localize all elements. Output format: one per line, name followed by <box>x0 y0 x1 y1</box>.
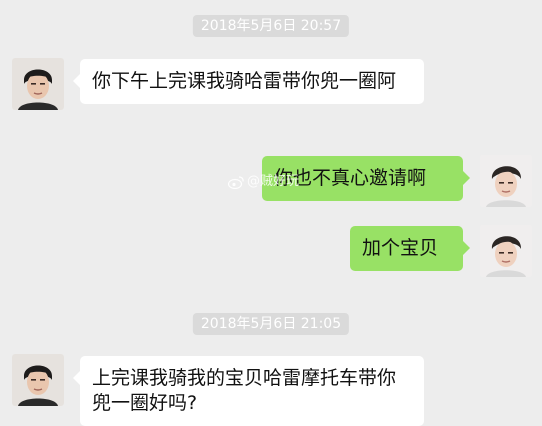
timestamp: 2018年5月6日 20:57 <box>192 15 350 37</box>
my-avatar[interactable] <box>480 225 532 277</box>
person-avatar-icon <box>480 225 532 277</box>
timestamp: 2018年5月6日 21:05 <box>192 313 350 335</box>
message-bubble-incoming[interactable]: 上完课我骑我的宝贝哈雷摩托车带你兜一圈好吗? <box>73 356 424 426</box>
weibo-icon <box>227 175 244 189</box>
chat-view: 2018年5月6日 20:57 你下午上完课我骑哈雷带你兜一圈阿 你也不真心邀请… <box>0 0 542 426</box>
person-avatar-icon <box>12 58 64 110</box>
message-bubble-incoming[interactable]: 你下午上完课我骑哈雷带你兜一圈阿 <box>73 59 424 104</box>
watermark-text: @贼好玩 <box>247 174 300 189</box>
person-avatar-icon <box>480 155 532 207</box>
contact-avatar[interactable] <box>12 58 64 110</box>
message-bubble-outgoing[interactable]: 加个宝贝 <box>350 226 470 271</box>
contact-avatar[interactable] <box>12 354 64 406</box>
my-avatar[interactable] <box>480 155 532 207</box>
person-avatar-icon <box>12 354 64 406</box>
weibo-watermark: @贼好玩 <box>227 174 300 190</box>
